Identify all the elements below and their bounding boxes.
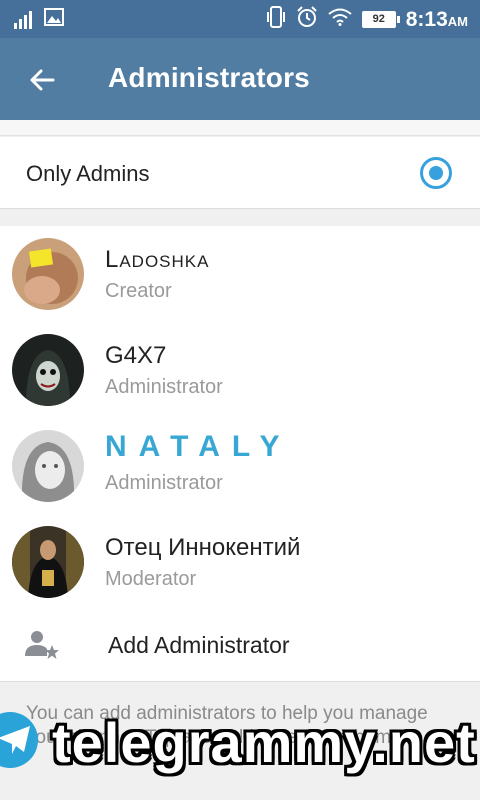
admin-list: Ladoshka Creator G4X7 Administrator NATA… (0, 226, 480, 682)
avatar (12, 526, 84, 598)
wifi-icon (328, 8, 352, 31)
only-admins-option[interactable]: Only Admins (0, 137, 480, 209)
avatar (12, 334, 84, 406)
admin-role: Creator (105, 280, 172, 302)
admin-name: Ladoshka (105, 246, 210, 273)
list-item[interactable]: NATALY Administrator (0, 418, 480, 514)
add-administrator-button[interactable]: Add Administrator (0, 610, 480, 682)
only-admins-radio[interactable] (420, 157, 452, 189)
alarm-icon (296, 6, 318, 33)
battery-icon: 92 (361, 11, 400, 28)
page-title: Administrators (108, 62, 310, 93)
app-bar: Administrators (0, 38, 480, 120)
add-administrator-label: Add Administrator (108, 632, 290, 658)
admin-role: Administrator (105, 376, 223, 398)
person-star-icon (24, 628, 60, 662)
admin-name: NATALY (105, 430, 292, 463)
image-icon (44, 8, 64, 31)
list-item[interactable]: Ladoshka Creator (0, 226, 480, 322)
watermark: telegrammy.net (52, 711, 476, 774)
list-item[interactable]: G4X7 Administrator (0, 322, 480, 418)
avatar (12, 430, 84, 502)
back-button[interactable] (22, 60, 62, 100)
list-item[interactable]: Отец Иннокентий Moderator (0, 514, 480, 610)
admin-role: Moderator (105, 568, 197, 590)
arrow-left-icon (30, 69, 55, 91)
admin-name: G4X7 (105, 342, 167, 369)
signal-icon (14, 10, 32, 29)
admin-name: Отец Иннокентий (105, 534, 301, 561)
admin-role: Administrator (105, 472, 223, 494)
vibrate-icon (266, 6, 286, 33)
section-divider (0, 120, 480, 136)
avatar (12, 238, 84, 310)
telegram-logo-icon (0, 708, 40, 770)
status-bar: 92 8:13AM (0, 0, 480, 38)
clock: 8:13AM (405, 7, 468, 31)
only-admins-label: Only Admins (26, 161, 150, 186)
section-divider (0, 210, 480, 226)
